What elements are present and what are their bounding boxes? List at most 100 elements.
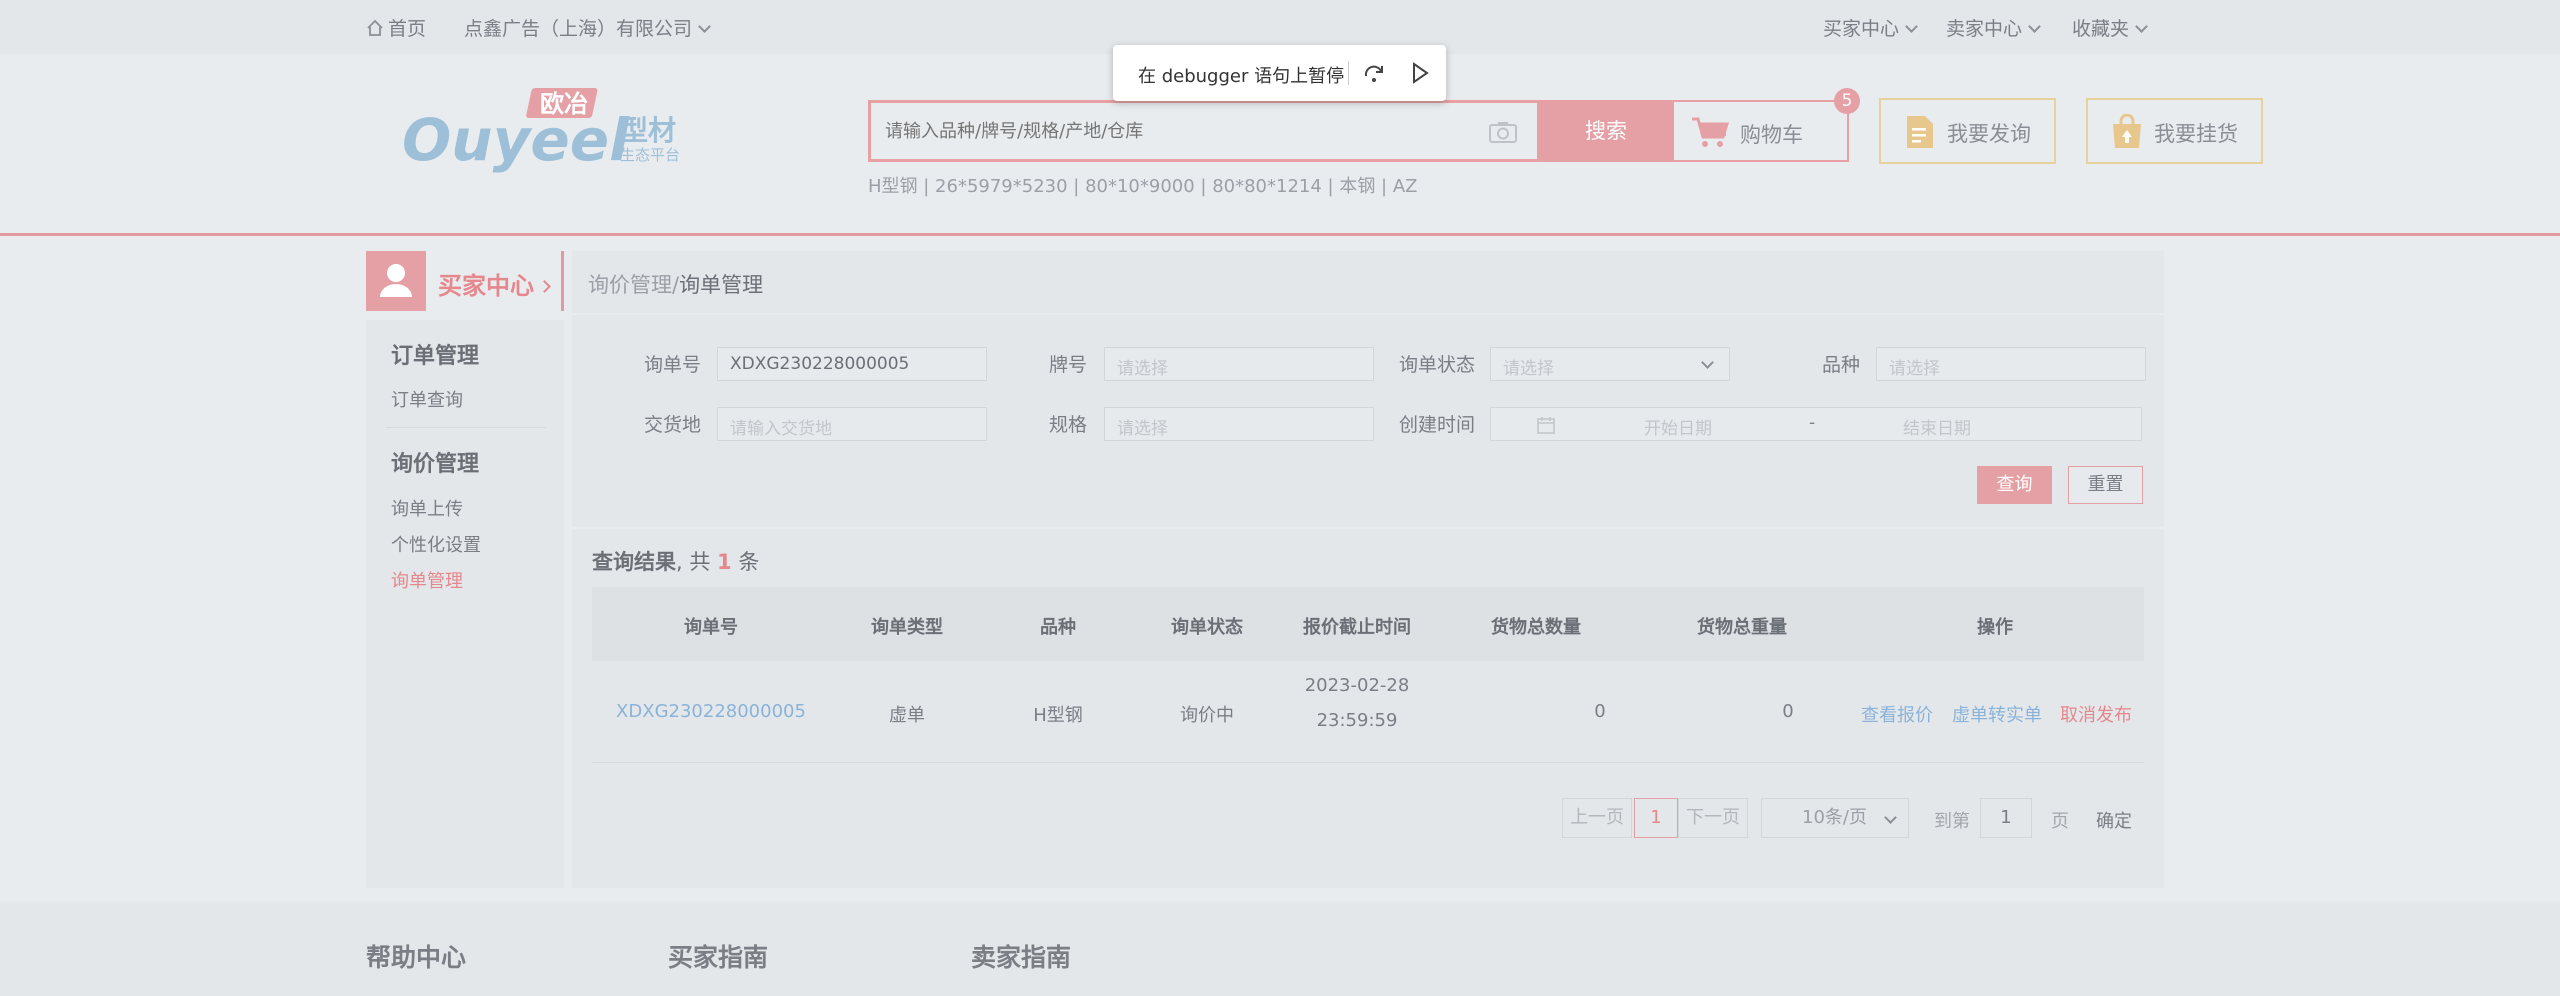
sidebar-header[interactable]: 买家中心	[366, 251, 564, 311]
search-button[interactable]: 搜索	[1540, 100, 1672, 162]
sidebar-item-personalization[interactable]: 个性化设置	[391, 531, 481, 557]
breadcrumb: 询价管理/询单管理	[588, 269, 763, 299]
sidebar: 订单管理 订单查询 询价管理 询单上传 个性化设置 询单管理	[366, 320, 564, 888]
sidebar-item-inquiry-upload[interactable]: 询单上传	[391, 495, 463, 521]
cell-inquiry-type: 虚单	[889, 705, 925, 726]
date-range-picker[interactable]: 开始日期 - 结束日期	[1490, 407, 2142, 441]
search-input[interactable]	[885, 117, 1465, 145]
footer-buyer-guide[interactable]: 买家指南	[668, 938, 768, 974]
view-quote-link[interactable]: 查看报价	[1861, 701, 1933, 727]
calendar-icon	[1537, 417, 1555, 434]
spec-select[interactable]: 请选择	[1104, 407, 1374, 441]
chevron-down-icon	[1905, 20, 1918, 33]
search-box	[868, 100, 1540, 162]
seller-center-label: 卖家中心	[1946, 18, 2023, 40]
query-button[interactable]: 查询	[1977, 466, 2052, 504]
sidebar-item-inquiry-management[interactable]: 询单管理	[391, 567, 463, 593]
user-icon	[380, 264, 412, 297]
goto-confirm-button[interactable]: 确定	[2096, 807, 2132, 847]
debugger-separator	[1348, 61, 1349, 85]
section-divider	[572, 527, 2164, 529]
footer-help[interactable]: 帮助中心	[366, 938, 466, 974]
camera-icon[interactable]	[1489, 121, 1517, 143]
cart-button[interactable]: 购物车	[1672, 100, 1849, 162]
col-deadline: 报价截止时间	[1303, 617, 1411, 638]
favorites-label: 收藏夹	[2072, 18, 2130, 40]
convert-to-real-link[interactable]: 虚单转实单	[1952, 701, 2042, 727]
variety-select[interactable]: 请选择	[1876, 347, 2146, 381]
chevron-down-icon	[2028, 20, 2041, 33]
end-date-input[interactable]: 结束日期	[1903, 414, 1971, 439]
sidebar-divider	[386, 427, 546, 428]
reset-button[interactable]: 重置	[2068, 466, 2143, 504]
home-link[interactable]: 首页	[366, 14, 426, 41]
hot-keywords[interactable]: H型钢 | 26*5979*5230 | 80*10*9000 | 80*80*…	[868, 172, 1417, 198]
inquiry-button[interactable]: 我要发询	[1879, 98, 2056, 164]
document-icon	[1907, 116, 1933, 148]
sidebar-item-order-query[interactable]: 订单查询	[391, 386, 463, 412]
col-actions: 操作	[1977, 617, 2013, 638]
goto-page-input[interactable]: 1	[1980, 798, 2032, 838]
start-date-input[interactable]: 开始日期	[1644, 414, 1712, 439]
home-icon	[367, 19, 383, 36]
status-select[interactable]: 请选择	[1490, 347, 1730, 381]
user-avatar	[366, 251, 426, 311]
footer-seller-guide[interactable]: 卖家指南	[971, 938, 1071, 974]
inquiry-no-label: 询单号	[644, 354, 702, 376]
chevron-down-icon	[1884, 811, 1897, 824]
favorites-dropdown[interactable]: 收藏夹	[2072, 14, 2148, 41]
delivery-input[interactable]: 请输入交货地	[717, 407, 987, 441]
logo-brand: Ouyeel	[402, 106, 630, 174]
inquiry-label: 我要发询	[1947, 122, 2031, 146]
page-1-button[interactable]: 1	[1634, 798, 1678, 838]
page-size-value: 10条/页	[1802, 807, 1867, 828]
table-header: 询单号 询单类型 品种 询单状态 报价截止时间 货物总数量 货物总重量 操作	[592, 587, 2144, 661]
main-panel: 询价管理/询单管理 询单号 XDXG230228000005 牌号 请选择 询单…	[572, 251, 2164, 888]
debugger-paused-overlay: 在 debugger 语句上暂停	[1113, 45, 1446, 101]
footer: 帮助中心 买家指南 卖家指南	[0, 902, 2560, 996]
resume-icon[interactable]	[1410, 62, 1430, 84]
sidebar-group-order: 订单管理	[391, 344, 480, 369]
prev-page-button[interactable]: 上一页	[1562, 798, 1632, 838]
seller-center-dropdown[interactable]: 卖家中心	[1946, 14, 2041, 41]
shopping-bag-icon	[2113, 114, 2141, 148]
step-over-icon[interactable]	[1363, 62, 1385, 84]
debugger-text: 在 debugger 语句上暂停	[1138, 66, 1345, 87]
company-dropdown[interactable]: 点鑫广告（上海）有限公司	[464, 14, 711, 41]
result-suffix: 条	[738, 550, 760, 574]
result-summary: 查询结果, 共 1 条	[592, 546, 759, 576]
next-page-button[interactable]: 下一页	[1678, 798, 1748, 838]
brand-select[interactable]: 请选择	[1104, 347, 1374, 381]
buyer-center-dropdown[interactable]: 买家中心	[1823, 14, 1918, 41]
cancel-publish-link[interactable]: 取消发布	[2060, 701, 2132, 727]
result-count: 1	[717, 550, 732, 574]
result-middle: , 共	[676, 550, 711, 574]
cart-icon	[1692, 117, 1730, 147]
page-size-select[interactable]: 10条/页	[1761, 798, 1909, 838]
logo-graphic: 欧冶 Ouyeel 型材 生态平台	[402, 88, 680, 174]
chevron-down-icon	[2135, 20, 2148, 33]
cart-count-badge: 5	[1834, 88, 1860, 114]
cart-label: 购物车	[1740, 123, 1803, 147]
cell-inquiry-no[interactable]: XDXG230228000005	[616, 701, 806, 722]
breadcrumb-parent[interactable]: 询价管理	[588, 273, 672, 297]
result-prefix: 查询结果	[592, 550, 676, 574]
table-row: XDXG230228000005 虚单 H型钢 询价中 2023-02-28 2…	[592, 661, 2144, 763]
variety-label: 品种	[1822, 354, 1861, 376]
col-total-weight: 货物总重量	[1697, 617, 1787, 638]
brand-label: 牌号	[1049, 354, 1088, 376]
listing-label: 我要挂货	[2154, 122, 2238, 146]
chevron-down-icon	[1701, 356, 1714, 369]
col-variety: 品种	[1040, 617, 1076, 638]
status-label: 询单状态	[1399, 354, 1476, 376]
cell-deadline-date: 2023-02-28	[1304, 675, 1410, 696]
inquiry-no-input[interactable]: XDXG230228000005	[717, 347, 987, 381]
col-inquiry-no: 询单号	[684, 617, 738, 638]
chevron-right-icon	[538, 280, 551, 293]
date-range-separator: -	[1809, 413, 1816, 433]
home-label: 首页	[388, 18, 427, 40]
ouyeel-logo[interactable]: 欧冶 Ouyeel 型材 生态平台	[402, 88, 692, 198]
cell-status: 询价中	[1180, 705, 1234, 726]
buyer-center-label: 买家中心	[1823, 18, 1900, 40]
listing-button[interactable]: 我要挂货	[2086, 98, 2263, 164]
